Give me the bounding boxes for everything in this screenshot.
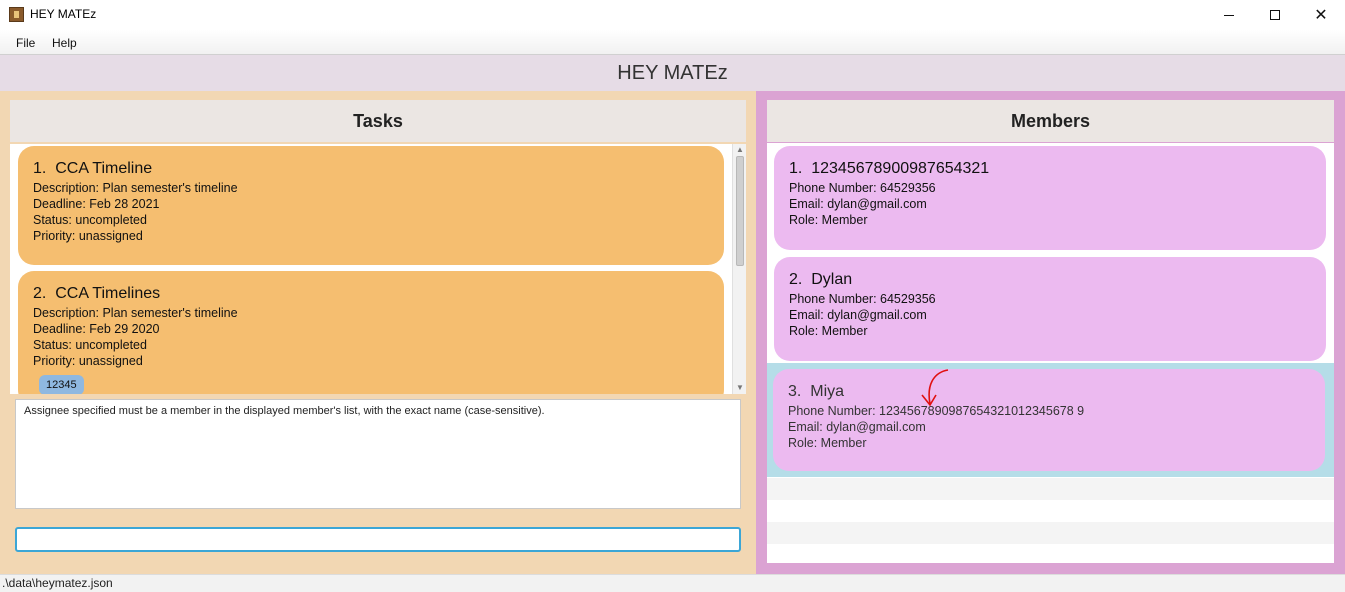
- task-card[interactable]: 2. CCA Timelines Description: Plan semes…: [18, 271, 724, 394]
- member-index: 3.: [788, 383, 802, 400]
- empty-row: [767, 544, 1334, 563]
- menu-file[interactable]: File: [16, 36, 35, 50]
- close-icon: ✕: [1314, 7, 1328, 24]
- members-pane: Members 1. 12345678900987654321 Phone Nu…: [756, 91, 1345, 574]
- scroll-down-icon[interactable]: ▼: [733, 382, 746, 394]
- task-name: CCA Timelines: [55, 285, 161, 302]
- member-card[interactable]: 2. Dylan Phone Number: 64529356 Email: d…: [774, 257, 1326, 361]
- member-role: Role: Member: [789, 213, 868, 227]
- task-deadline: Deadline: Feb 28 2021: [33, 197, 160, 211]
- task-name: CCA Timeline: [55, 160, 153, 177]
- empty-row: [767, 500, 1334, 522]
- member-card[interactable]: 1. 12345678900987654321 Phone Number: 64…: [774, 146, 1326, 250]
- result-display: Assignee specified must be a member in t…: [15, 399, 741, 509]
- task-description: Description: Plan semester's timeline: [33, 306, 238, 320]
- task-list[interactable]: 1. CCA Timeline Description: Plan semest…: [10, 144, 746, 394]
- member-name: Dylan: [811, 271, 853, 288]
- member-title: 2. Dylan: [789, 271, 1311, 289]
- task-title: 1. CCA Timeline: [33, 160, 709, 178]
- member-phone: Phone Number: 12345678909876543210123456…: [788, 404, 1085, 418]
- member-name: Miya: [810, 383, 845, 400]
- selected-member-row[interactable]: 3. Miya Phone Number: 123456789098765432…: [767, 363, 1334, 477]
- members-header: Members: [767, 100, 1334, 142]
- minimize-button[interactable]: [1206, 0, 1252, 30]
- command-input[interactable]: [15, 527, 741, 552]
- task-title: 2. CCA Timelines: [33, 285, 709, 303]
- member-index: 2.: [789, 271, 803, 288]
- status-bar: .\data\heymatez.json: [0, 574, 1345, 592]
- window-titlebar: HEY MATEz ✕: [0, 0, 1345, 30]
- task-list-scrollbar[interactable]: ▲ ▼: [732, 144, 746, 394]
- member-role: Role: Member: [788, 436, 867, 450]
- empty-row: [767, 478, 1334, 500]
- scroll-thumb[interactable]: [736, 156, 744, 266]
- window-title: HEY MATEz: [30, 7, 97, 21]
- member-title: 1. 12345678900987654321: [789, 160, 1311, 178]
- member-phone: Phone Number: 64529356: [789, 292, 936, 306]
- member-role: Role: Member: [789, 324, 868, 338]
- task-priority: Priority: unassigned: [33, 354, 143, 368]
- member-email: Email: dylan@gmail.com: [789, 197, 927, 211]
- task-card[interactable]: 1. CCA Timeline Description: Plan semest…: [18, 146, 724, 265]
- maximize-icon: [1270, 10, 1280, 20]
- task-status: Status: uncompleted: [33, 213, 147, 227]
- scroll-up-icon[interactable]: ▲: [733, 144, 746, 156]
- menu-help[interactable]: Help: [52, 36, 77, 50]
- app-header: HEY MATEz: [0, 55, 1345, 91]
- task-description: Description: Plan semester's timeline: [33, 181, 238, 195]
- task-status: Status: uncompleted: [33, 338, 147, 352]
- menu-bar: File Help: [0, 30, 1345, 55]
- member-card[interactable]: 3. Miya Phone Number: 123456789098765432…: [773, 369, 1325, 471]
- member-index: 1.: [789, 160, 803, 177]
- maximize-button[interactable]: [1252, 0, 1298, 30]
- tasks-header: Tasks: [10, 100, 746, 142]
- task-deadline: Deadline: Feb 29 2020: [33, 322, 160, 336]
- close-button[interactable]: ✕: [1298, 0, 1344, 30]
- member-title: 3. Miya: [788, 383, 1310, 401]
- task-index: 1.: [33, 160, 47, 177]
- app-icon: [9, 7, 24, 22]
- task-priority: Priority: unassigned: [33, 229, 143, 243]
- member-email: Email: dylan@gmail.com: [789, 308, 927, 322]
- minimize-icon: [1224, 14, 1234, 16]
- member-phone: Phone Number: 64529356: [789, 181, 936, 195]
- empty-row: [767, 522, 1334, 544]
- tasks-pane: Tasks 1. CCA Timeline Description: Plan …: [0, 91, 756, 574]
- task-index: 2.: [33, 285, 47, 302]
- member-name: 12345678900987654321: [811, 160, 990, 177]
- task-tag: 12345: [39, 375, 84, 394]
- member-list[interactable]: 1. 12345678900987654321 Phone Number: 64…: [767, 143, 1334, 563]
- member-email: Email: dylan@gmail.com: [788, 420, 926, 434]
